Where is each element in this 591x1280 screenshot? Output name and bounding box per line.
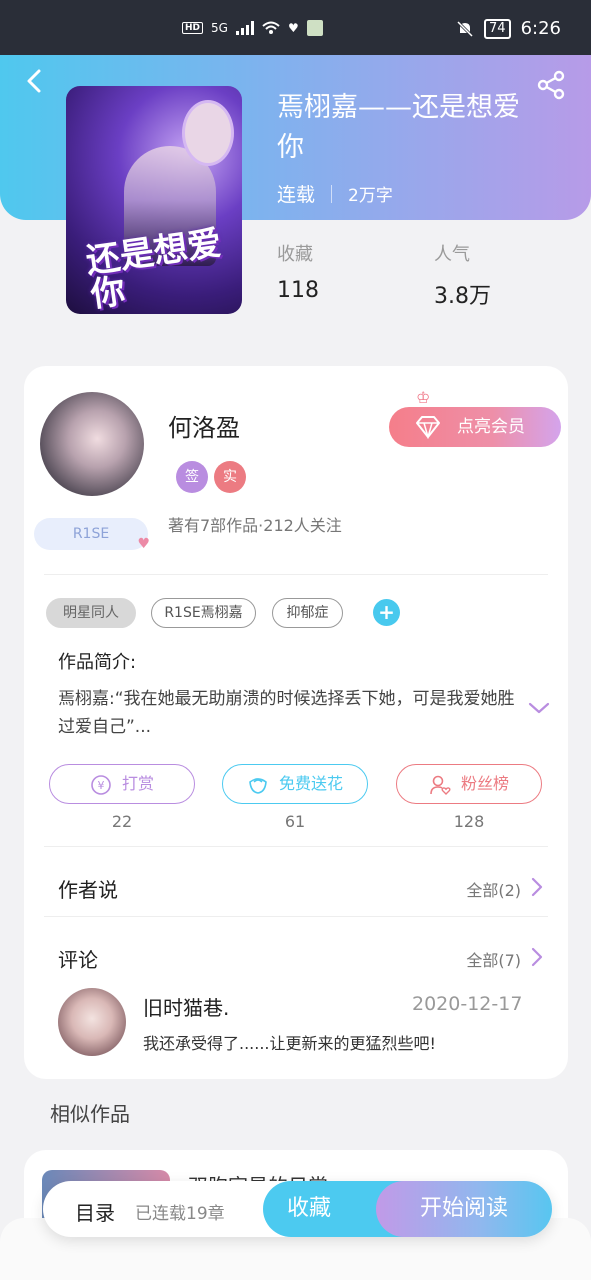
wifi-icon xyxy=(262,21,280,34)
stat-popularity: 人气 3.8万 xyxy=(434,240,491,310)
divider xyxy=(44,846,548,847)
heart-health-icon: ♥ xyxy=(287,21,299,35)
fan-ranking-label: 粉丝榜 xyxy=(460,774,509,793)
verified-badge: 实 xyxy=(214,461,246,493)
start-reading-button[interactable]: 开始阅读 xyxy=(376,1181,552,1237)
fan-ranking-count: 128 xyxy=(453,812,485,831)
vip-button[interactable]: 点亮会员 xyxy=(389,407,561,447)
chevron-right-icon[interactable] xyxy=(530,877,544,897)
battery-indicator: 74 xyxy=(484,18,511,39)
flower-label: 免费送花 xyxy=(278,774,343,793)
network-indicator: 5G xyxy=(211,21,228,35)
share-icon[interactable] xyxy=(536,70,566,100)
stat-value: 3.8万 xyxy=(434,284,491,309)
book-cover[interactable]: 还是想爱你 xyxy=(66,86,242,314)
clock: 6:26 xyxy=(520,18,561,39)
svg-text:¥: ¥ xyxy=(97,779,104,792)
comments-all-link[interactable]: 全部(7) xyxy=(466,947,521,971)
chevron-down-icon[interactable] xyxy=(528,700,550,716)
author-says-all-link[interactable]: 全部(2) xyxy=(466,877,521,901)
fan-ranking-button[interactable]: 粉丝榜 xyxy=(396,764,542,804)
user-heart-icon xyxy=(430,775,451,795)
comment-date: 2020-12-17 xyxy=(412,993,523,1015)
book-word-count: 2万字 xyxy=(348,186,393,206)
author-name[interactable]: 何洛盈 xyxy=(168,408,240,443)
divider xyxy=(44,916,548,917)
similar-works-title: 相似作品 xyxy=(50,1102,130,1126)
tag-chip[interactable]: R1SE焉栩嘉 xyxy=(151,598,256,628)
status-bar: HD 5G ♥ 74 6:26 xyxy=(0,0,591,55)
flower-icon xyxy=(249,777,267,794)
tag-chip[interactable]: 明星同人 xyxy=(46,598,136,628)
author-info: 著有7部作品·212人关注 xyxy=(168,516,342,535)
author-says-title: 作者说 xyxy=(58,878,118,902)
diamond-icon xyxy=(416,416,440,439)
chevron-right-icon[interactable] xyxy=(530,947,544,967)
table-of-contents-button[interactable]: 目录 xyxy=(75,1197,115,1226)
book-status: 连载 xyxy=(277,184,316,206)
stat-label: 收藏 xyxy=(277,244,313,265)
status-left: HD 5G ♥ xyxy=(182,20,323,36)
comments-title: 评论 xyxy=(58,948,98,972)
heart-icon: ♥ xyxy=(137,536,150,552)
flower-count: 61 xyxy=(284,812,306,831)
signal-icon xyxy=(235,21,254,35)
meta-divider xyxy=(331,184,333,203)
divider xyxy=(44,574,548,575)
book-meta: 连载 2万字 xyxy=(277,180,393,207)
signed-badge: 签 xyxy=(176,461,208,493)
hd-indicator: HD xyxy=(182,22,204,34)
fan-badge[interactable]: R1SE ♥ xyxy=(34,518,150,552)
author-avatar[interactable] xyxy=(40,392,144,496)
vip-button-label: 点亮会员 xyxy=(457,417,525,437)
chapter-count: 已连载19章 xyxy=(135,1204,225,1224)
yuan-coin-icon: ¥ xyxy=(91,774,111,795)
commenter-name[interactable]: 旧时猫巷. xyxy=(143,992,229,1021)
stat-value: 118 xyxy=(277,278,319,303)
app-notification-icon xyxy=(306,20,323,36)
status-right: 74 6:26 xyxy=(456,18,561,39)
tip-button[interactable]: ¥ 打赏 xyxy=(49,764,195,804)
tip-label: 打赏 xyxy=(121,774,154,793)
intro-title: 作品简介: xyxy=(58,652,137,673)
commenter-avatar[interactable] xyxy=(58,988,126,1056)
tag-chip[interactable]: 抑郁症 xyxy=(272,598,343,628)
intro-text[interactable]: 焉栩嘉:“我在她最无助崩溃的时候选择丢下她，可是我爱她胜过爱自己”... xyxy=(58,685,518,741)
add-tag-button[interactable]: + xyxy=(373,599,400,626)
comment-text[interactable]: 我还承受得了......让更新来的更猛烈些吧! xyxy=(143,1030,436,1054)
crown-icon: ♔ xyxy=(416,388,431,407)
cover-title: 还是想爱你 xyxy=(83,223,224,314)
fan-badge-label: R1SE xyxy=(72,526,110,542)
tip-count: 22 xyxy=(111,812,133,831)
stat-favorites: 收藏 118 xyxy=(277,240,319,303)
book-title: 焉栩嘉——还是想爱你 xyxy=(277,92,520,163)
cover-portrait xyxy=(182,100,234,166)
stat-label: 人气 xyxy=(434,244,470,265)
back-arrow-icon[interactable] xyxy=(22,68,48,94)
bell-muted-icon xyxy=(456,20,474,37)
send-flower-button[interactable]: 免费送花 xyxy=(222,764,368,804)
